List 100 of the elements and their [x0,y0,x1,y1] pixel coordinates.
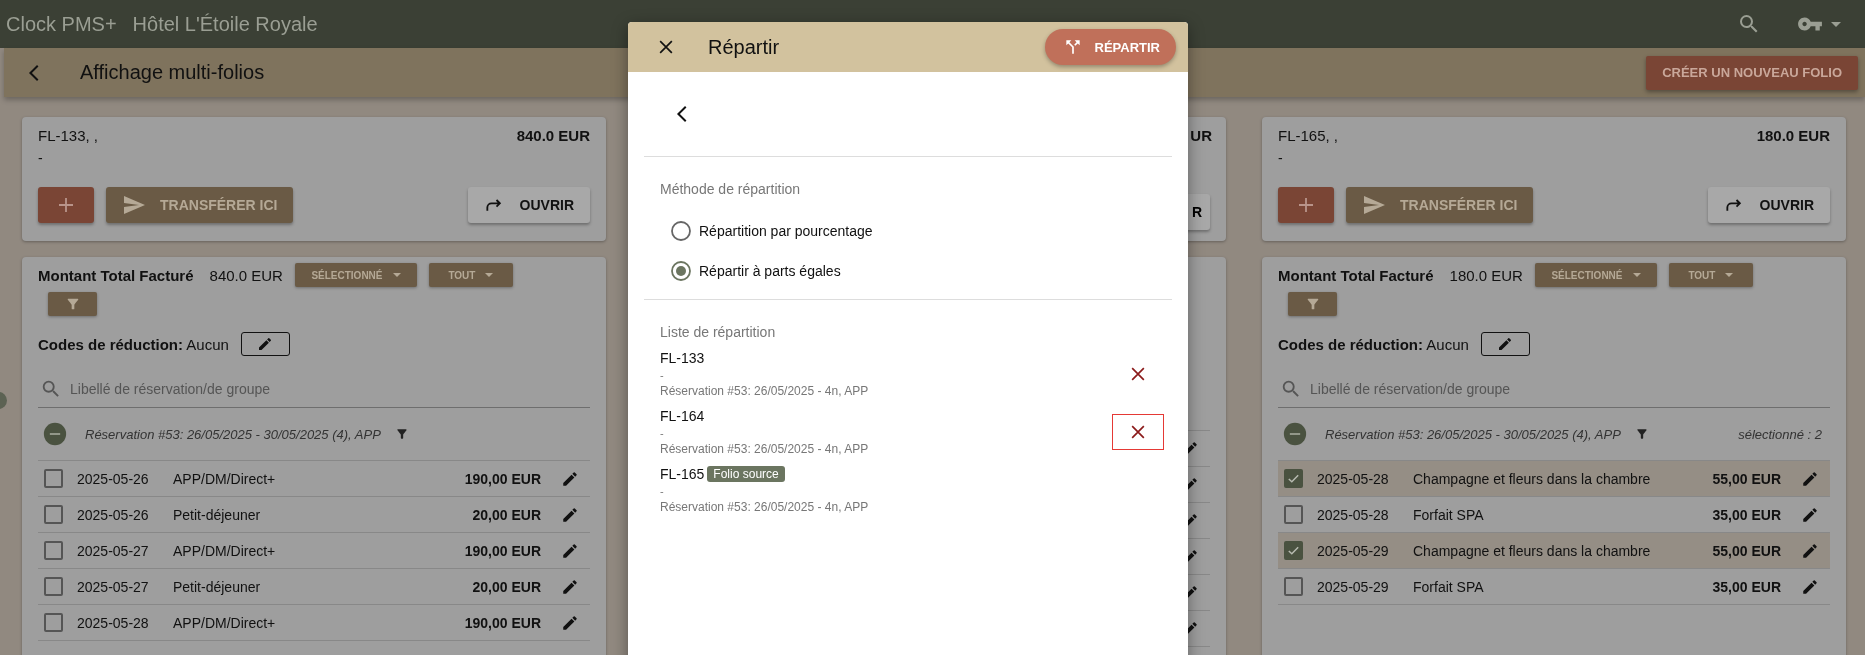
charge-date: 2025-05-27 [77,542,150,559]
checkbox[interactable] [44,541,63,560]
charge-date: 2025-05-26 [77,506,150,523]
radio-label: Répartition par pourcentage [699,223,873,239]
folio-subtitle: - [660,369,665,381]
charge-row[interactable]: 2025-05-27 Petit-déjeuner 20,00 EUR [38,569,590,605]
filter-button[interactable] [48,292,97,316]
checkbox[interactable] [44,613,63,632]
charge-description: Forfait SPA [1413,578,1485,595]
charge-date: 2025-05-29 [1317,542,1390,559]
search-icon [40,378,62,400]
reservation-group-label: Réservation #53: 26/05/2025 - 30/05/2025 (4), APP [85,426,381,442]
charge-description: APP/DM/Direct+ [173,614,277,631]
search-field[interactable]: Libellé de réservation/de groupe [38,370,590,408]
edit-discount-button[interactable] [1480,332,1530,356]
charge-amount: 20,00 EUR [472,578,541,595]
charge-description: Petit-déjeuner [173,506,262,523]
collapse-icon[interactable] [1283,422,1307,446]
folio-name: FL-133 [660,350,705,366]
remove-button[interactable] [1112,414,1164,450]
radio-label: Répartir à parts égales [699,263,841,279]
folio-name: FL-133, , [38,127,99,144]
caret-icon [1725,273,1734,277]
open-button[interactable]: OUVRIR [1707,187,1830,223]
charge-date: 2025-05-28 [1317,470,1390,487]
page-title: Affichage multi-folios [80,61,265,84]
charge-description: Forfait SPA [1413,506,1485,523]
checkbox[interactable] [44,469,63,488]
folio-subtitle: - [660,485,665,497]
charge-amount: 190,00 EUR [464,470,541,487]
send-icon [1362,193,1386,217]
edit-icon[interactable] [561,613,579,632]
reservation-info: Réservation #53: 26/05/2025 - 4n, APP [660,384,870,398]
charge-description: Champagne et fleurs dans la chambre [1413,542,1652,559]
edit-icon[interactable] [561,469,579,488]
checkbox[interactable] [1284,577,1303,596]
checkbox[interactable] [44,577,63,596]
total-amount: 840.0 EUR [209,266,283,284]
charge-amount: 35,00 EUR [1712,578,1781,595]
total-label: Montant Total Facturé [1278,266,1434,284]
edit-icon[interactable] [1801,541,1819,560]
edit-discount-button[interactable] [240,332,290,356]
charge-amount: 55,00 EUR [1712,542,1781,559]
folio-amount: 180.0 EUR [1756,127,1830,144]
charge-date: 2025-05-28 [1317,506,1390,523]
charge-amount: 55,00 EUR [1712,470,1781,487]
radio-option[interactable]: Répartir à parts égales [671,261,1172,281]
charge-amount: 190,00 EUR [464,614,541,631]
add-button[interactable] [1278,187,1334,223]
charge-row[interactable]: 2025-05-27 APP/DM/Direct+ 190,00 EUR [38,533,590,569]
filter-button[interactable] [1288,292,1337,316]
checkbox[interactable] [1284,541,1303,560]
edit-icon[interactable] [1801,505,1819,524]
charge-row[interactable]: 2025-05-28 Champagne et fleurs dans la chambre 55,00 EUR [1278,461,1830,497]
folio-name: FL-164 [660,408,705,424]
folio-name: FL-165 [660,466,705,482]
edit-icon[interactable] [561,505,579,524]
radio-button[interactable] [671,261,691,281]
edit-icon[interactable] [561,577,579,596]
charge-row[interactable]: 2025-05-29 Forfait SPA 35,00 EUR [1278,569,1830,605]
split-button[interactable]: RÉPARTIR [1044,29,1176,65]
checkbox[interactable] [44,505,63,524]
reservation-info: Réservation #53: 26/05/2025 - 4n, APP [660,442,870,456]
charge-row[interactable]: 2025-05-29 Champagne et fleurs dans la chambre 55,00 EUR [1278,533,1830,569]
section-heading: Liste de répartition [644,299,1172,340]
add-button[interactable] [38,187,94,223]
reservation-group-label: Réservation #53: 26/05/2025 - 30/05/2025 (4), APP [1325,426,1621,442]
edit-icon [1497,336,1514,352]
folio-subtitle: - [660,427,665,439]
folio-subtitle: - [38,150,44,166]
radio-option[interactable]: Répartition par pourcentage [671,221,1172,241]
charge-row[interactable]: 2025-05-26 APP/DM/Direct+ 190,00 EUR [38,461,590,497]
edit-icon[interactable] [561,541,579,560]
checkbox[interactable] [1284,505,1303,524]
charge-row[interactable]: 2025-05-26 Petit-déjeuner 20,00 EUR [38,497,590,533]
folio-name: FL-165, , [1278,127,1339,144]
edit-icon[interactable] [1801,577,1819,596]
collapse-icon[interactable] [43,422,67,446]
source-badge: Folio source [707,466,785,482]
charge-description: Petit-déjeuner [173,578,262,595]
dialog-title: Répartir [708,35,780,59]
total-label: Montant Total Facturé [38,266,194,284]
charge-date: 2025-05-27 [77,578,150,595]
caret-icon [485,273,494,277]
charge-date: 2025-05-28 [77,614,150,631]
reservation-info: Réservation #53: 26/05/2025 - 4n, APP [660,500,870,514]
folio-amount: 840.0 EUR [516,127,590,144]
folio-subtitle: - [1278,150,1284,166]
charge-amount: 35,00 EUR [1712,506,1781,523]
charge-row[interactable]: 2025-05-28 APP/DM/Direct+ 190,00 EUR [38,605,590,641]
caret-icon[interactable] [1831,21,1841,27]
charge-amount: 190,00 EUR [464,542,541,559]
search-field[interactable]: Libellé de réservation/de groupe [1278,370,1830,408]
section-heading: Méthode de répartition [659,180,802,197]
discount-codes: Codes de réduction: Aucun [1278,335,1469,353]
checkbox[interactable] [1284,469,1303,488]
radio-button[interactable] [671,221,691,241]
edit-icon[interactable] [1801,469,1819,488]
open-button[interactable]: OUVRIR [467,187,590,223]
edit-icon [257,336,274,352]
